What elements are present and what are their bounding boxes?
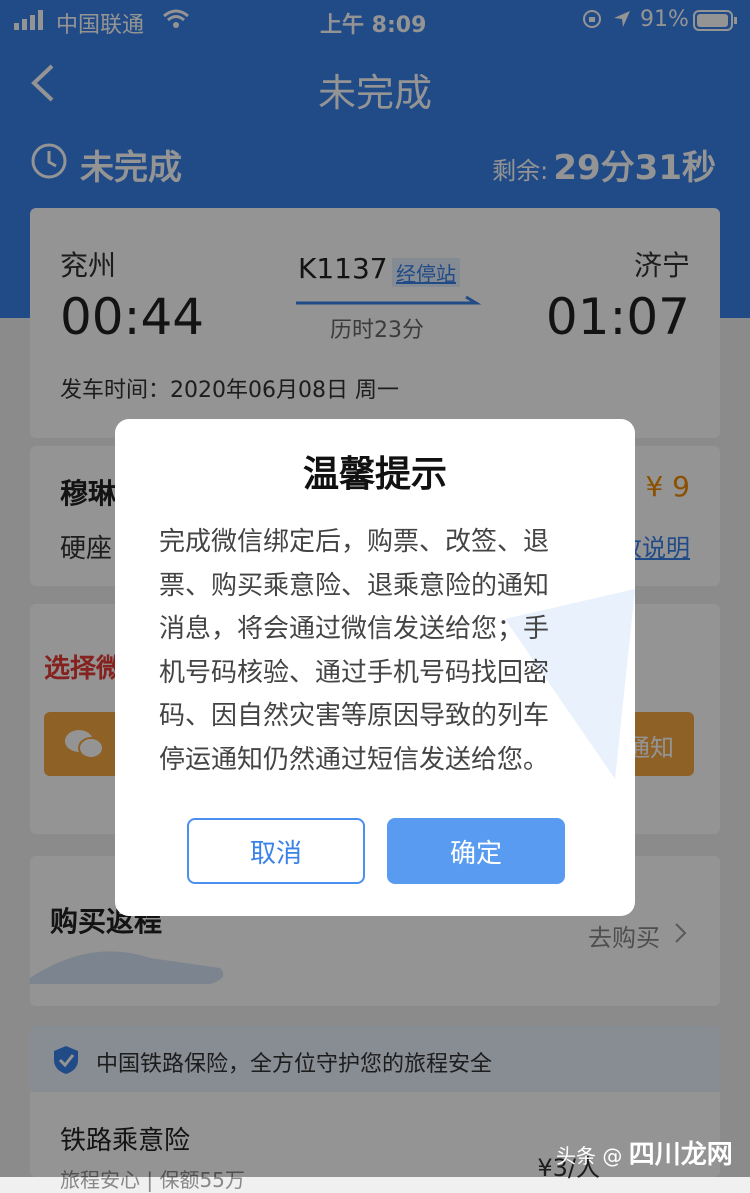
cancel-button[interactable]: 取消 xyxy=(187,818,365,884)
dialog-line: 机号码核验、通过手机号码找回密 xyxy=(159,657,550,688)
watermark: 头条 @ 四川龙网 xyxy=(556,1134,733,1171)
watermark-text: 头条 @ xyxy=(556,1144,623,1168)
dialog-line: 完成微信绑定后，购票、改签、退 xyxy=(159,527,550,557)
tip-dialog: 温馨提示 完成微信绑定后，购票、改签、退 票、购买乘意险、退乘意险的通知 消息，… xyxy=(115,419,635,916)
watermark-logo: 四川龙网 xyxy=(628,1140,733,1170)
dialog-line: 码、因自然灾害等原因导致的列车 xyxy=(159,701,550,731)
dialog-line: 停运通知仍然通过短信发送给您。 xyxy=(159,744,550,775)
confirm-button[interactable]: 确定 xyxy=(387,818,565,884)
dialog-title: 温馨提示 xyxy=(302,454,447,495)
dialog-line: 票、购买乘意险、退乘意险的通知 xyxy=(159,570,550,601)
dialog-line: 消息，将会通过微信发送给您；手 xyxy=(159,614,550,644)
dialog-message: 完成微信绑定后，购票、改签、退 票、购买乘意险、退乘意险的通知 消息，将会通过微… xyxy=(159,521,599,782)
